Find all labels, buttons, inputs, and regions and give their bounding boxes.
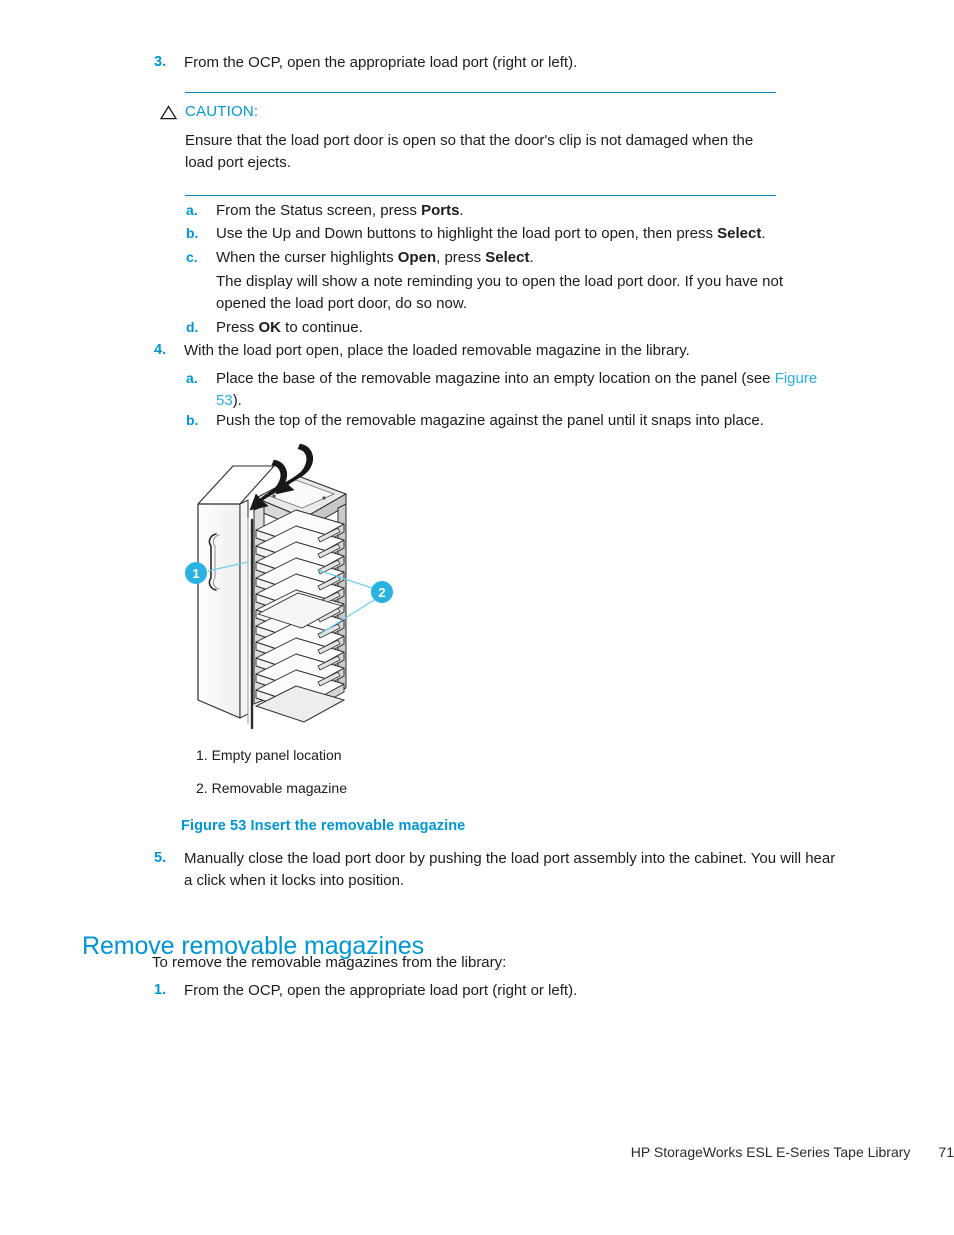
list-item-substep-a: a. From the Status screen, press Ports. <box>186 200 836 222</box>
section-intro-text: To remove the removable magazines from t… <box>152 954 507 971</box>
page-footer: HP StorageWorks ESL E-Series Tape Librar… <box>0 1144 954 1162</box>
document-page: 3. From the OCP, open the appropriate lo… <box>0 0 954 1235</box>
step-text: With the load port open, place the loade… <box>184 342 690 359</box>
substep-text: Push the top of the removable magazine a… <box>216 412 764 429</box>
substep-marker: b. <box>186 225 199 241</box>
footer-page-number: 71 <box>938 1144 954 1160</box>
substep-text: When the curser highlights Open, press S… <box>216 249 534 266</box>
substep-marker: d. <box>186 319 199 335</box>
warning-triangle-icon <box>160 102 185 120</box>
substep-c-note: The display will show a note reminding y… <box>216 273 784 312</box>
list-item-step-3: 3. From the OCP, open the appropriate lo… <box>154 52 834 74</box>
substep-marker: b. <box>186 412 199 428</box>
list-item-substep-place-b: b. Push the top of the removable magazin… <box>186 410 838 432</box>
caution-label: CAUTION: <box>185 103 259 120</box>
caution-text: Ensure that the load port door is open s… <box>185 132 754 171</box>
figure-legend-2-number: 2. <box>196 780 212 796</box>
figure-legend-1-number: 1. <box>196 747 212 763</box>
substep-marker: c. <box>186 249 198 265</box>
list-item-step-5: 5. Manually close the load port door by … <box>154 848 844 891</box>
figure-legend-item-1: 1. Empty panel location <box>196 745 342 765</box>
substep-text: Press OK to continue. <box>216 319 363 336</box>
list-item-section-step-1: 1. From the OCP, open the appropriate lo… <box>154 980 834 1002</box>
list-item-substep-c: c. When the curser highlights Open, pres… <box>186 247 836 269</box>
caution-top-rule <box>185 92 776 93</box>
figure-legend-2-label: Removable magazine <box>211 780 347 796</box>
figure-legend-item-2: 2. Removable magazine <box>196 778 347 798</box>
caution-header: CAUTION: <box>160 102 776 121</box>
figure-legend-1-label: Empty panel location <box>211 747 342 763</box>
caution-bottom-rule <box>185 195 776 196</box>
step-text: Manually close the load port door by pus… <box>184 850 836 889</box>
step-text: From the OCP, open the appropriate load … <box>184 982 578 999</box>
list-item-substep-d: d. Press OK to continue. <box>186 317 836 339</box>
step-marker: 4. <box>154 342 167 358</box>
footer-document-title: HP StorageWorks ESL E-Series Tape Librar… <box>630 1144 911 1160</box>
figure-caption: Figure 53 Insert the removable magazine <box>181 818 466 834</box>
substep-text: Use the Up and Down buttons to highlight… <box>216 225 766 242</box>
substep-marker: a. <box>186 202 198 218</box>
step-marker: 3. <box>154 54 167 70</box>
figure-53-illustration <box>178 438 418 734</box>
list-item-substep-place-a: a. Place the base of the removable magaz… <box>186 368 838 411</box>
step-marker: 1. <box>154 982 167 998</box>
list-item-substep-b: b. Use the Up and Down buttons to highli… <box>186 223 836 245</box>
substep-text: From the Status screen, press Ports. <box>216 202 464 219</box>
step-text: From the OCP, open the appropriate load … <box>184 54 578 71</box>
substep-text: Place the base of the removable magazine… <box>216 370 818 409</box>
footer-content: HP StorageWorks ESL E-Series Tape Librar… <box>631 1144 954 1160</box>
caution-admonition: CAUTION: Ensure that the load port door … <box>160 92 776 196</box>
step-marker: 5. <box>154 850 167 866</box>
list-item-step-4: 4. With the load port open, place the lo… <box>154 340 834 362</box>
substep-marker: a. <box>186 370 198 386</box>
